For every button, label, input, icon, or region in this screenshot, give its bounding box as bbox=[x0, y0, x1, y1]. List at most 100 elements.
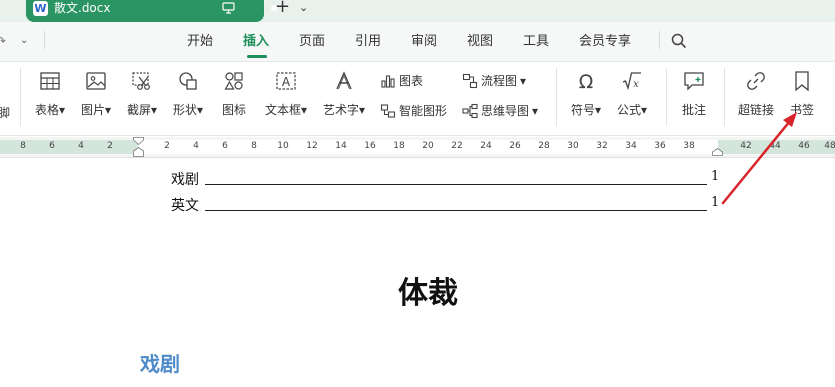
ruler-tick: 46 bbox=[798, 141, 810, 151]
menu-item-view[interactable]: 视图 bbox=[467, 34, 493, 50]
toc-leader-line bbox=[205, 210, 707, 211]
toc-page-number: 1 bbox=[711, 195, 720, 210]
chevron-down-icon: ▾ bbox=[58, 103, 66, 117]
monitor-icon[interactable] bbox=[222, 2, 235, 14]
ruler-tick: 4 bbox=[193, 141, 199, 151]
left-indent-handle[interactable] bbox=[133, 147, 144, 157]
chart-label: 图表 bbox=[399, 74, 424, 88]
chevron-down-icon: ▾ bbox=[532, 103, 539, 118]
hyperlink-label: 超链接 bbox=[737, 103, 774, 117]
icons-grid-icon bbox=[224, 72, 243, 90]
document-tab-name: 散文.docx bbox=[54, 1, 111, 15]
chevron-down-icon: ▾ bbox=[150, 103, 158, 117]
ruler-tick: 10 bbox=[277, 141, 289, 151]
ruler-tick: 2 bbox=[107, 141, 113, 151]
ruler-tick: 8 bbox=[251, 141, 257, 151]
ruler-tick: 4 bbox=[78, 141, 84, 151]
table-button[interactable]: 表格▾ bbox=[30, 70, 70, 118]
screenshot-button[interactable]: 截屏▾ bbox=[122, 70, 162, 118]
textbox-label: 文本框 bbox=[264, 103, 301, 117]
toc-entry[interactable]: 英文 1 bbox=[171, 192, 731, 214]
menu-item-membership[interactable]: 会员专享 bbox=[579, 34, 631, 50]
comment-button[interactable]: 批注 bbox=[674, 70, 714, 118]
ruler-tick: 34 bbox=[625, 141, 637, 151]
divider bbox=[659, 31, 660, 49]
hyperlink-button[interactable]: 超链接 bbox=[728, 70, 784, 118]
first-line-indent-handle[interactable] bbox=[133, 137, 144, 145]
chevron-down-icon: ▾ bbox=[520, 73, 527, 88]
flowchart-label: 流程图 bbox=[481, 74, 518, 88]
scissors-icon bbox=[132, 72, 150, 90]
icon-library-label: 图标 bbox=[221, 103, 246, 117]
ruler-tick: 6 bbox=[49, 141, 55, 151]
divider bbox=[20, 68, 21, 126]
screenshot-label: 截屏 bbox=[126, 103, 151, 117]
formula-label: 公式 bbox=[616, 103, 641, 117]
ruler-tick: 30 bbox=[567, 141, 579, 151]
new-tab-plus-icon[interactable]: + bbox=[275, 0, 290, 16]
picture-icon bbox=[86, 72, 106, 90]
horizontal-ruler[interactable]: 8 6 4 2 2 4 6 8 10 12 14 16 18 20 22 24 … bbox=[0, 137, 835, 158]
menu-item-review[interactable]: 审阅 bbox=[411, 34, 437, 50]
chevron-down-icon: ▾ bbox=[358, 103, 366, 117]
menu-item-references[interactable]: 引用 bbox=[355, 34, 381, 50]
document-heading: 体裁 bbox=[398, 276, 458, 311]
ruler-tick: 26 bbox=[509, 141, 521, 151]
ribbon-clipped-label[interactable]: 脚 bbox=[0, 104, 10, 121]
textbox-button[interactable]: A 文本框▾ bbox=[258, 70, 314, 118]
smartart-button[interactable]: 智能图形 bbox=[380, 102, 447, 119]
chevron-down-icon: ▾ bbox=[196, 103, 204, 117]
shape-button[interactable]: 形状▾ bbox=[168, 70, 208, 118]
document-page[interactable]: 戏剧 1 英文 1 体裁 戏剧 bbox=[0, 158, 835, 387]
chart-button[interactable]: 图表 bbox=[380, 72, 423, 89]
mindmap-button[interactable]: 思维导图 ▾ bbox=[462, 102, 538, 119]
toc-page-number: 1 bbox=[711, 169, 720, 184]
menu-item-tools[interactable]: 工具 bbox=[523, 34, 549, 50]
bookmark-icon bbox=[795, 71, 809, 92]
search-icon[interactable] bbox=[671, 33, 687, 49]
ruler-tick: 36 bbox=[654, 141, 666, 151]
ruler-tick: 16 bbox=[364, 141, 376, 151]
ruler-tick: 2 bbox=[164, 141, 170, 151]
toc-entry[interactable]: 戏剧 1 bbox=[171, 166, 731, 188]
link-icon bbox=[747, 72, 765, 90]
symbol-button[interactable]: Ω 符号▾ bbox=[566, 70, 606, 118]
symbol-label: 符号 bbox=[570, 103, 595, 117]
menu-item-insert[interactable]: 插入 bbox=[243, 34, 269, 50]
wordart-icon bbox=[336, 71, 352, 90]
document-tab[interactable]: W 散文.docx bbox=[26, 0, 277, 22]
menu-item-home[interactable]: 开始 bbox=[187, 34, 213, 50]
title-bar: W 散文.docx + ⌄ bbox=[0, 0, 835, 22]
shape-icon bbox=[179, 72, 197, 90]
undo-icon[interactable]: ↷ bbox=[0, 34, 6, 48]
right-indent-handle[interactable] bbox=[712, 148, 723, 156]
bookmark-button[interactable]: 书签 bbox=[782, 70, 822, 118]
chevron-down-icon: ▾ bbox=[594, 103, 602, 117]
chevron-down-icon[interactable]: ⌄ bbox=[299, 1, 308, 14]
divider bbox=[556, 68, 557, 126]
flowchart-icon bbox=[462, 73, 478, 88]
formula-button[interactable]: x 公式▾ bbox=[612, 70, 652, 118]
ruler-tick: 22 bbox=[451, 141, 463, 151]
ruler-tick: 12 bbox=[306, 141, 318, 151]
ruler-tick: 18 bbox=[393, 141, 405, 151]
wordart-button[interactable]: 艺术字▾ bbox=[316, 70, 372, 118]
picture-button[interactable]: 图片▾ bbox=[76, 70, 116, 118]
chart-icon bbox=[381, 74, 395, 88]
comment-icon bbox=[684, 72, 704, 91]
collapse-chevron-icon[interactable]: ⌄ bbox=[20, 35, 28, 46]
ruler-tick: 48 bbox=[824, 141, 835, 151]
wordart-label: 艺术字 bbox=[322, 103, 359, 117]
ruler-tick: 8 bbox=[20, 141, 26, 151]
toc-entry-title: 英文 bbox=[171, 198, 199, 214]
wps-writer-window: W 散文.docx + ⌄ ↷ ⌄ 开始 插入 页面 引用 审阅 视图 工具 会… bbox=[0, 0, 835, 387]
divider bbox=[44, 31, 45, 49]
divider bbox=[666, 68, 667, 126]
menu-item-page[interactable]: 页面 bbox=[299, 34, 325, 50]
insert-ribbon: 脚 表格▾ 图片▾ 截屏▾ 形状▾ 图标 A 文本框▾ 艺术字▾ 图表 智能图形… bbox=[0, 62, 835, 136]
chevron-down-icon: ▾ bbox=[300, 103, 308, 117]
flowchart-button[interactable]: 流程图 ▾ bbox=[462, 72, 526, 89]
smartart-label: 智能图形 bbox=[399, 104, 448, 118]
table-label: 表格 bbox=[34, 103, 59, 117]
icon-library-button[interactable]: 图标 bbox=[214, 70, 254, 118]
